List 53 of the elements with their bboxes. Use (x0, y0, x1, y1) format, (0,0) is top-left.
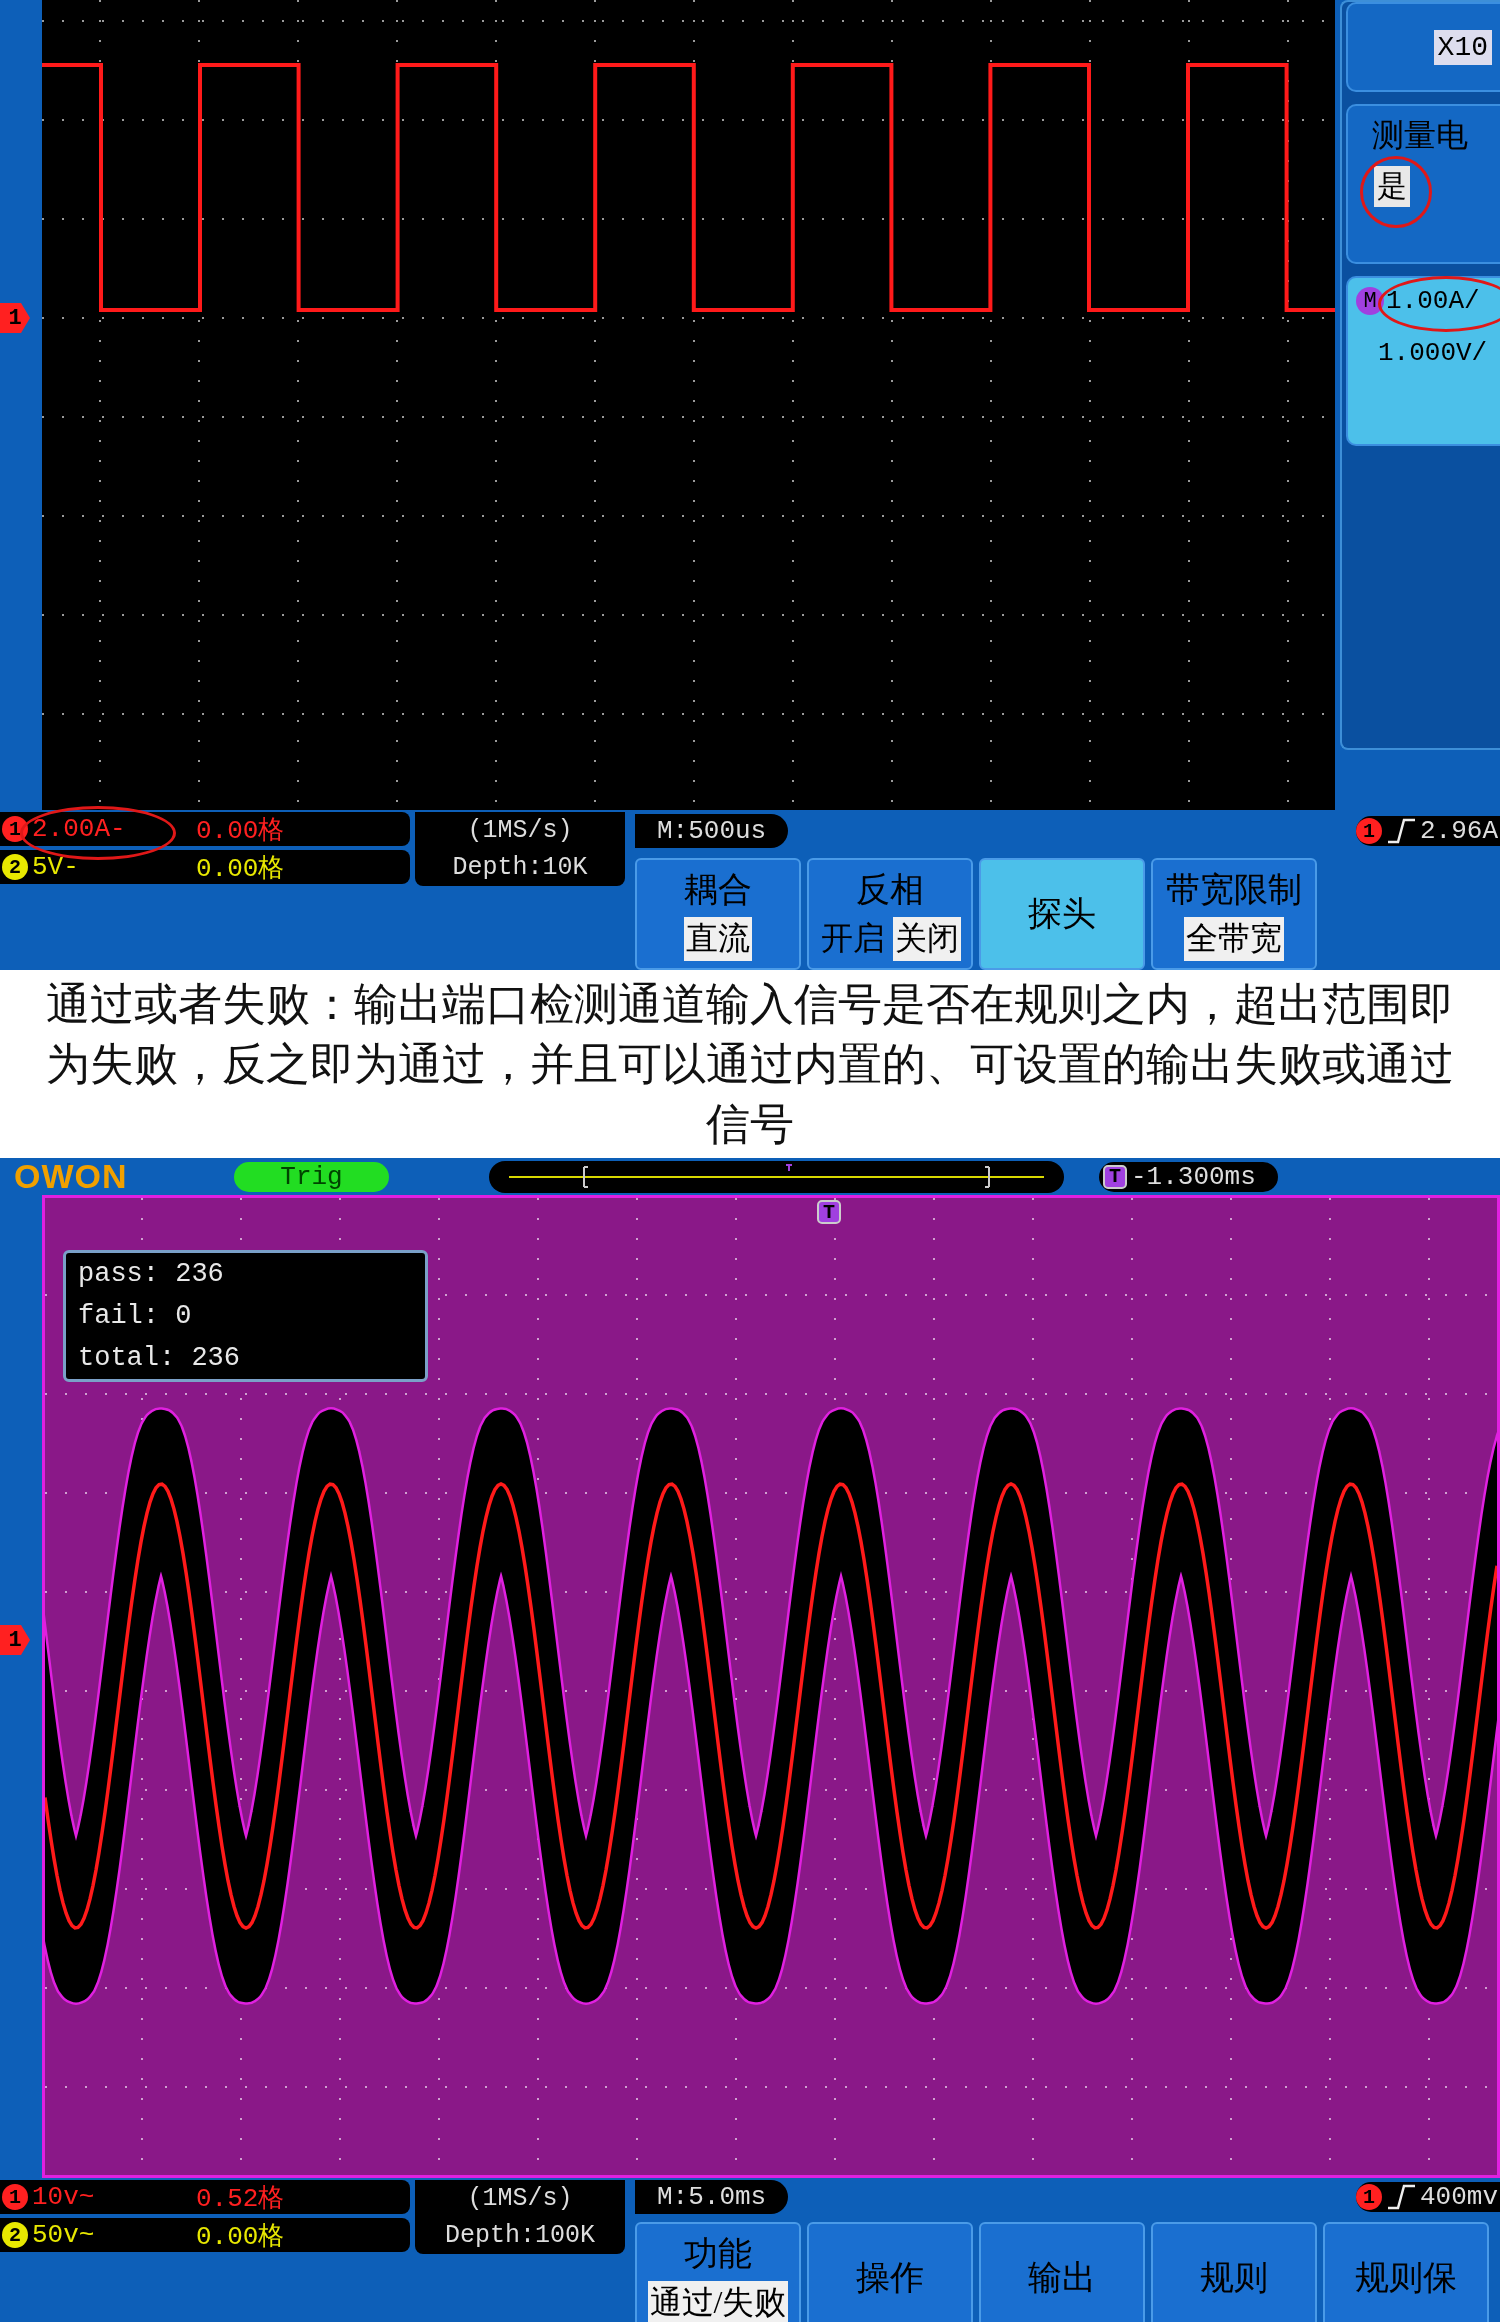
channel-badge: 2 (2, 2222, 28, 2248)
softkey[interactable]: 反相 开启 关闭 (807, 858, 973, 970)
trigger-position-marker: T (817, 1200, 841, 1224)
counter-line: total: 236 (78, 1343, 242, 1373)
trigger-status: Trig (234, 1161, 389, 1192)
softkey-option: 全带宽 (1184, 917, 1284, 961)
channel-badge: 2 (2, 854, 28, 880)
channel-offset: 0.00格 (196, 2220, 285, 2253)
channel-scale: 50v~ (32, 2220, 95, 2250)
sample-rate: (1MS/s) (467, 2184, 573, 2213)
channel-marker: 1 (0, 303, 30, 333)
softkey[interactable]: 规则 (1151, 2222, 1317, 2322)
softkey[interactable]: 带宽限制 全带宽 (1151, 858, 1317, 970)
rising-edge-icon (1386, 817, 1416, 845)
softkey-option: 直流 (684, 917, 752, 961)
option-value[interactable]: 是 (1374, 166, 1410, 207)
softkey[interactable]: 规则保 (1323, 2222, 1489, 2322)
brand-logo: OWON (14, 1158, 129, 1195)
probe-value: X10 (1433, 29, 1492, 65)
math-scale: 1.000V/ (1377, 338, 1489, 368)
channel-scale: 5V- (32, 852, 79, 882)
timebase-readout: M:5.0ms (635, 2180, 789, 2214)
channel-badge: 1 (2, 816, 28, 842)
softkey[interactable]: 操作 (807, 2222, 973, 2322)
softkey[interactable]: 输出 (979, 2222, 1145, 2322)
trigger-offset: T -1.300ms (1099, 1161, 1278, 1192)
timebase-readout: M:500us (635, 814, 789, 848)
memory-depth: Depth:10K (452, 853, 588, 882)
counter-line: fail: 0 (78, 1301, 193, 1331)
channel-offset: 0.52格 (196, 2182, 285, 2215)
softkey[interactable]: 耦合 直流 (635, 858, 801, 970)
counter-line: pass: 236 (78, 1259, 225, 1289)
trigger-readout: 1 2.96A (1356, 816, 1500, 846)
softkey[interactable]: 探头 (979, 858, 1145, 970)
channel-badge: 1 (2, 2184, 28, 2210)
trigger-readout: 1 400mv (1356, 2182, 1500, 2212)
channel-scale: 10v~ (32, 2182, 95, 2212)
sample-rate: (1MS/s) (467, 816, 573, 845)
math-scale: 1.00A/ (1386, 286, 1480, 316)
channel-offset: 0.00格 (196, 814, 285, 847)
channel-scale: 2.00A- (32, 814, 126, 844)
rising-edge-icon (1386, 2183, 1416, 2211)
caption-text: 通过或者失败：输出端口检测通道输入信号是否在规则之内，超出范围即为失败，反之即为通过，并且可以通过内置的、可设置的输出失败或通过信号 (0, 970, 1500, 1158)
channel-marker: 1 (0, 1625, 30, 1655)
softkey[interactable]: 功能 通过/失败 (635, 2222, 801, 2322)
menu-label: 测量电 (1371, 116, 1469, 155)
softkey-option: 通过/失败 (647, 2281, 789, 2322)
softkey-option: 关闭 (893, 917, 961, 961)
annotation-ellipse (1360, 156, 1432, 228)
math-badge: M (1356, 287, 1384, 315)
memory-depth: Depth:100K (445, 2221, 595, 2250)
softkey-option: 开启 (819, 917, 887, 961)
channel-offset: 0.00格 (196, 852, 285, 885)
